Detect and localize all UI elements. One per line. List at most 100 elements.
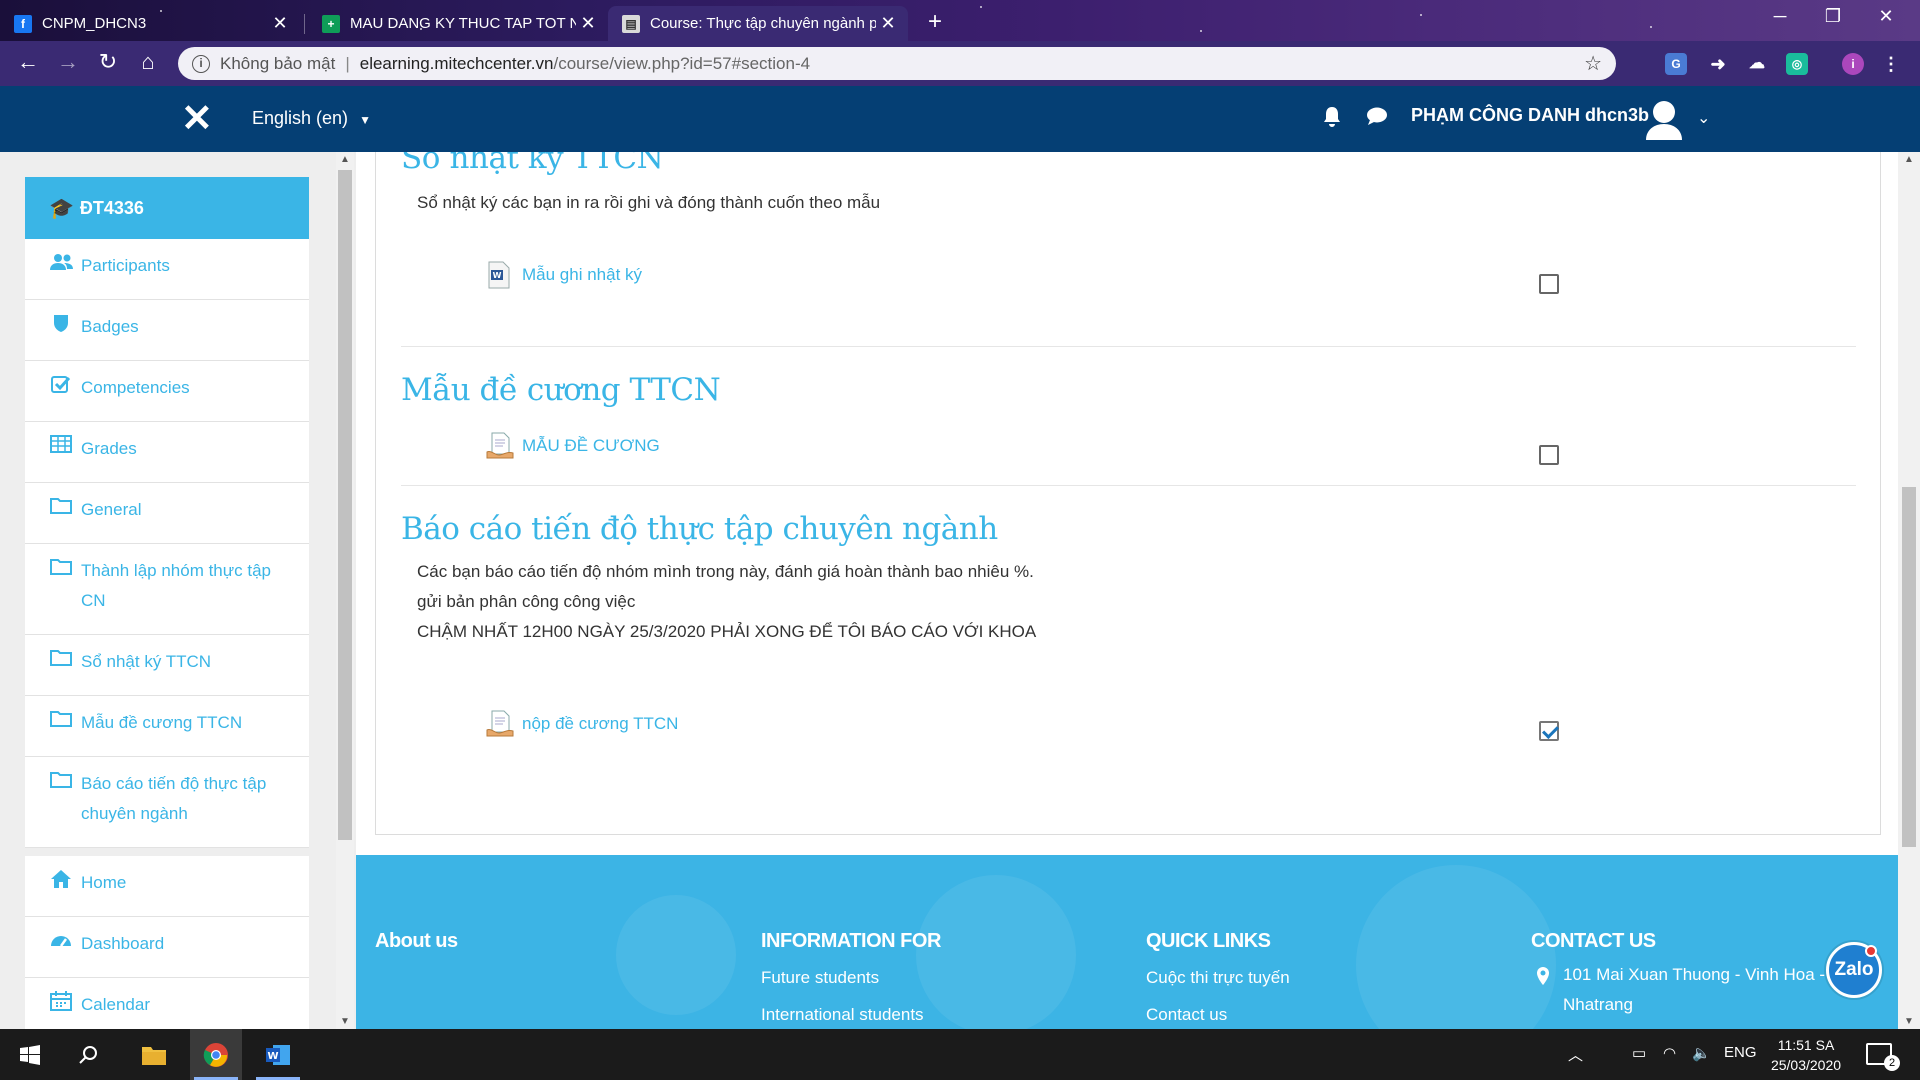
scroll-down-icon[interactable]: ▼ xyxy=(1904,1016,1914,1027)
completion-checkbox-checked[interactable] xyxy=(1539,721,1559,741)
drawer-item-label: Calendar xyxy=(81,995,150,1014)
scroll-up-icon[interactable]: ▲ xyxy=(1904,154,1914,165)
drawer-item-calendar[interactable]: Calendar xyxy=(25,978,309,1029)
drawer-course-link[interactable]: 🎓 ĐT4336 xyxy=(25,177,309,239)
assignment-icon xyxy=(486,710,514,738)
close-icon[interactable]: ✕ xyxy=(876,13,900,34)
course-section: Mẫu đề cương TTCN xyxy=(401,372,1856,408)
completion-checkbox[interactable] xyxy=(1539,445,1559,465)
scroll-up-icon[interactable]: ▲ xyxy=(340,154,350,165)
tab-title: MAU DANG KY THUC TAP TOT N xyxy=(350,15,576,32)
footer-link[interactable]: Future students xyxy=(761,968,879,988)
browser-tab-strip: f CNPM_DHCN3 ✕ + MAU DANG KY THUC TAP TO… xyxy=(0,0,1920,41)
minimize-icon[interactable]: ─ xyxy=(1760,6,1800,27)
address-bar[interactable]: i Không bảo mật | elearning.mitechcenter… xyxy=(178,47,1616,80)
forward-icon[interactable]: → xyxy=(52,49,84,77)
input-language[interactable]: ENG xyxy=(1724,1044,1757,1061)
section-title[interactable]: Báo cáo tiến độ thực tập chuyên ngành xyxy=(401,511,1856,547)
language-selector[interactable]: English (en) ▼ xyxy=(252,108,371,129)
grammar-extension-icon[interactable]: ◎ xyxy=(1786,53,1808,75)
messages-icon[interactable] xyxy=(1366,106,1388,132)
activity-link[interactable]: MẪU ĐỀ CƯƠNG xyxy=(486,432,660,460)
footer-heading: CONTACT US xyxy=(1531,930,1656,952)
notifications-bell-icon[interactable] xyxy=(1322,106,1342,134)
profile-avatar[interactable]: i xyxy=(1842,53,1864,75)
summary-line: Các bạn báo cáo tiến độ nhóm mình trong … xyxy=(417,562,1034,581)
section-title[interactable]: Mẫu đề cương TTCN xyxy=(401,372,1856,408)
cloud-extension-icon[interactable]: ☁ xyxy=(1746,53,1768,75)
drawer-item-participants[interactable]: Participants xyxy=(25,239,309,300)
drawer-item-grades[interactable]: Grades xyxy=(25,422,309,483)
footer-heading: About us xyxy=(375,930,458,952)
svg-text:W: W xyxy=(267,1051,278,1062)
chevron-up-icon[interactable]: ︿ xyxy=(1568,1044,1583,1065)
close-drawer-icon[interactable]: ✕ xyxy=(181,100,213,138)
user-name[interactable]: PHẠM CÔNG DANH dhcn3b xyxy=(1411,105,1649,126)
drawer-item-section[interactable]: Báo cáo tiến độ thực tập chuyên ngành xyxy=(25,757,309,848)
home-icon[interactable]: ⌂ xyxy=(132,49,164,77)
activity-link[interactable]: W Mẫu ghi nhật ký xyxy=(486,261,642,289)
completion-checkbox[interactable] xyxy=(1539,274,1559,294)
windows-start-icon[interactable] xyxy=(4,1029,56,1080)
zalo-label: Zalo xyxy=(1834,959,1874,980)
clock-date: 25/03/2020 xyxy=(1770,1057,1842,1073)
info-icon[interactable]: i xyxy=(192,54,210,73)
bookmark-star-icon[interactable]: ☆ xyxy=(1584,51,1602,76)
folder-icon xyxy=(50,709,72,731)
drawer-item-badges[interactable]: Badges xyxy=(25,300,309,361)
translate-extension-icon[interactable]: G xyxy=(1665,53,1687,75)
drawer-item-competencies[interactable]: Competencies xyxy=(25,361,309,422)
scrollbar-thumb[interactable] xyxy=(1902,487,1916,847)
new-tab-button[interactable]: + xyxy=(920,8,950,36)
section-title[interactable]: Sổ nhật ký TTCN xyxy=(401,152,1856,176)
volume-icon[interactable]: 🔈 xyxy=(1692,1044,1711,1062)
zalo-chat-widget[interactable]: Zalo xyxy=(1826,942,1882,998)
browser-tab-active[interactable]: ▤ Course: Thực tập chuyên ngành p ✕ xyxy=(608,6,908,41)
back-icon[interactable]: ← xyxy=(12,49,44,77)
chevron-down-icon[interactable]: ⌄ xyxy=(1697,108,1710,128)
menu-kebab-icon[interactable]: ⋮ xyxy=(1880,53,1902,75)
page-scrollbar[interactable]: ▲ ▼ xyxy=(1898,152,1920,1029)
footer-link[interactable]: Contact us xyxy=(1146,1005,1227,1025)
drawer-item-dashboard[interactable]: Dashboard xyxy=(25,917,309,978)
footer-link[interactable]: International students xyxy=(761,1005,924,1025)
restore-icon[interactable]: ❐ xyxy=(1813,6,1853,27)
footer-link[interactable]: Cuộc thi trực tuyến xyxy=(1146,968,1290,988)
forward-extension-icon[interactable]: ➜ xyxy=(1707,53,1729,75)
tab-title: CNPM_DHCN3 xyxy=(42,15,147,32)
search-icon[interactable] xyxy=(62,1029,114,1080)
summary-line: CHẬM NHẤT 12H00 NGÀY 25/3/2020 PHẢI XONG… xyxy=(417,622,1037,641)
word-icon[interactable]: W xyxy=(252,1029,304,1080)
folder-icon xyxy=(50,557,72,579)
section-divider xyxy=(401,346,1856,347)
close-icon[interactable]: ✕ xyxy=(576,13,600,34)
close-icon[interactable]: ✕ xyxy=(268,13,292,34)
drawer-item-home[interactable]: Home xyxy=(25,856,309,917)
close-window-icon[interactable]: ✕ xyxy=(1866,6,1906,27)
browser-tab[interactable]: f CNPM_DHCN3 ✕ xyxy=(0,6,300,41)
user-avatar[interactable] xyxy=(1644,98,1684,142)
sheets-icon: + xyxy=(322,14,340,33)
drawer-item-section[interactable]: Mẫu đề cương TTCN xyxy=(25,696,309,757)
notification-count: 2 xyxy=(1884,1055,1900,1071)
taskbar-clock[interactable]: 11:51 SA 25/03/2020 xyxy=(1766,1035,1846,1075)
summary-line: Sổ nhật ký các bạn in ra rồi ghi và đóng… xyxy=(417,193,881,212)
reload-icon[interactable]: ↻ xyxy=(92,49,124,77)
url-path: /course/view.php?id=57#section-4 xyxy=(553,53,811,73)
scroll-down-icon[interactable]: ▼ xyxy=(340,1016,350,1027)
chrome-icon[interactable] xyxy=(190,1029,242,1080)
battery-icon[interactable]: ▭ xyxy=(1632,1044,1646,1062)
file-explorer-icon[interactable] xyxy=(128,1029,180,1080)
activity-link[interactable]: nộp đề cương TTCN xyxy=(486,710,678,738)
drawer-item-label: Thành lập nhóm thực tập CN xyxy=(81,561,271,610)
action-center-icon[interactable]: 2 xyxy=(1866,1043,1900,1071)
drawer-item-general[interactable]: General xyxy=(25,483,309,544)
wifi-icon[interactable]: ◠ xyxy=(1663,1044,1676,1062)
drawer-item-section[interactable]: Thành lập nhóm thực tập CN xyxy=(25,544,309,635)
browser-tab[interactable]: + MAU DANG KY THUC TAP TOT N ✕ xyxy=(308,6,608,41)
users-icon xyxy=(50,252,73,274)
scrollbar-thumb[interactable] xyxy=(338,170,352,840)
drawer-scrollbar[interactable]: ▲ ▼ xyxy=(336,152,354,1029)
graduation-cap-icon: 🎓 xyxy=(49,197,74,220)
drawer-item-section[interactable]: Sổ nhật ký TTCN xyxy=(25,635,309,696)
